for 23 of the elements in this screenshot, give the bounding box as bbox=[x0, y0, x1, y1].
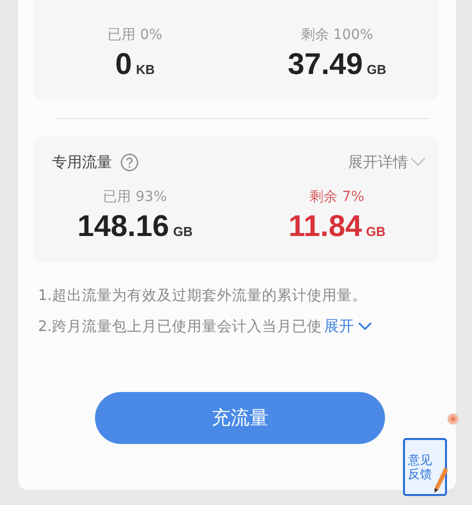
chevron-down-icon bbox=[410, 157, 426, 167]
usage-label: 剩余 7% bbox=[310, 188, 364, 206]
help-icon[interactable] bbox=[120, 152, 139, 172]
recharge-button[interactable]: 充流量 bbox=[95, 392, 385, 444]
usage-value: 148.16 bbox=[77, 210, 170, 244]
expand-link[interactable]: 展开 bbox=[322, 317, 372, 336]
note-text: 1.超出流量为有效及过期套外流量的累计使用量。 bbox=[38, 286, 367, 305]
unit-label: KB bbox=[136, 62, 155, 77]
unit-label: GB bbox=[366, 62, 386, 77]
unit-label: GB bbox=[366, 224, 386, 239]
note-text: 2.跨月流量包上月已使用量会计入当月已使 bbox=[38, 318, 322, 336]
usage-value: 0 bbox=[115, 48, 132, 82]
usage-label: 已用 93% bbox=[103, 188, 167, 206]
chevron-down-icon bbox=[358, 322, 372, 331]
card-title: 专用流量 bbox=[52, 152, 112, 172]
usage-value: 11.84 bbox=[288, 210, 362, 244]
unit-label: GB bbox=[173, 224, 193, 239]
usage-label: 已用 0% bbox=[108, 26, 162, 44]
expand-details-link[interactable]: 展开详情 bbox=[348, 152, 426, 172]
usage-label: 剩余 100% bbox=[300, 26, 374, 44]
usage-value: 37.49 bbox=[288, 48, 363, 82]
feedback-button[interactable]: 意见反馈 bbox=[403, 438, 447, 496]
close-icon[interactable] bbox=[447, 413, 459, 425]
